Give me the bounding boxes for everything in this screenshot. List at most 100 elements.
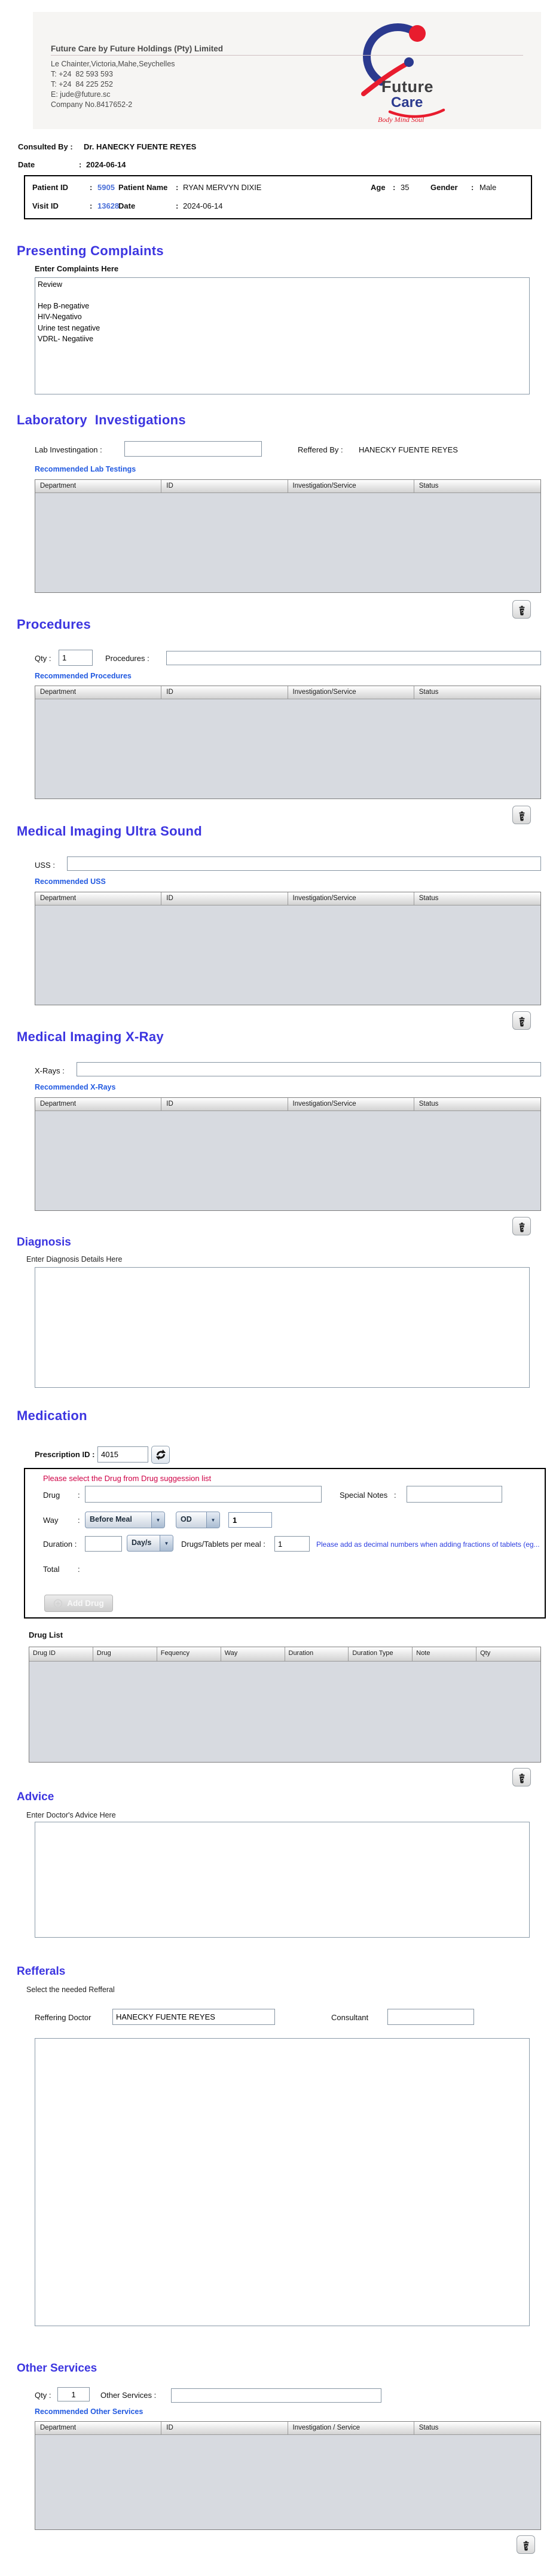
clear-other-services-button[interactable] xyxy=(517,2535,535,2554)
column-header-department: Department xyxy=(35,2422,162,2434)
procedures-table: Department ID Investigation/Service Stat… xyxy=(35,686,541,799)
recommended-uss-link[interactable]: Recommended USS xyxy=(35,877,106,886)
logo-word-care: Care xyxy=(391,94,423,111)
referring-doctor-input[interactable] xyxy=(112,2009,275,2025)
refresh-prescription-button[interactable] xyxy=(151,1446,170,1464)
section-title-other-services: Other Services xyxy=(17,2362,97,2375)
column-header-id: ID xyxy=(161,686,288,699)
colon: : xyxy=(176,201,179,210)
column-header-id: ID xyxy=(161,892,288,905)
special-notes-input[interactable] xyxy=(407,1486,502,1503)
way-qty-input[interactable] xyxy=(228,1512,272,1528)
column-header-id: ID xyxy=(161,1098,288,1110)
consultant-label: Consultant xyxy=(331,2013,369,2022)
chevron-down-icon: ▼ xyxy=(151,1512,164,1528)
consultant-input[interactable] xyxy=(387,2009,474,2025)
visit-date-label: Date xyxy=(18,160,35,169)
date-label: Date xyxy=(118,201,136,210)
lab-investigation-input[interactable] xyxy=(124,441,262,457)
drug-input[interactable] xyxy=(85,1486,322,1503)
per-meal-input[interactable] xyxy=(274,1536,310,1552)
diagnosis-label: Enter Diagnosis Details Here xyxy=(26,1255,123,1263)
procedures-input[interactable] xyxy=(166,651,541,665)
clear-uss-table-button[interactable] xyxy=(512,1011,531,1030)
clear-drug-list-button[interactable] xyxy=(512,1768,531,1786)
column-header-status: Status xyxy=(418,1100,439,1108)
way-dropdown[interactable]: Before Meal ▼ xyxy=(85,1512,165,1528)
referral-list-box[interactable] xyxy=(35,2038,530,2326)
patient-id-label: Patient ID xyxy=(32,183,68,192)
other-services-input[interactable] xyxy=(171,2388,381,2403)
column-header-drug-id: Drug ID xyxy=(29,1647,93,1661)
clear-lab-table-button[interactable] xyxy=(512,600,531,619)
date-value: 2024-06-14 xyxy=(183,201,223,210)
lab-table-header: Department ID Investigation/Service Stat… xyxy=(35,480,540,493)
section-title-diagnosis: Diagnosis xyxy=(17,1236,71,1249)
column-header-frequency: Fequency xyxy=(157,1647,221,1661)
frequency-dropdown[interactable]: OD ▼ xyxy=(176,1512,220,1528)
xray-table-header: Department ID Investigation/Service Stat… xyxy=(35,1098,540,1111)
company-phone-2: T: +24 84 225 252 xyxy=(51,80,113,88)
patient-id-value: 5905 xyxy=(97,183,115,192)
column-header-drug: Drug xyxy=(93,1647,157,1661)
column-header-status: Status xyxy=(418,482,439,489)
column-header-investigation: Investigation/Service xyxy=(288,686,414,699)
recommended-procedures-link[interactable]: Recommended Procedures xyxy=(35,672,132,680)
clear-procedures-table-button[interactable] xyxy=(512,806,531,824)
other-services-label: Other Services : xyxy=(100,2391,157,2400)
colon: : xyxy=(78,1565,80,1574)
duration-input[interactable] xyxy=(85,1536,122,1552)
column-header-department: Department xyxy=(35,892,162,905)
complaints-label: Enter Complaints Here xyxy=(35,264,119,273)
uss-input[interactable] xyxy=(67,856,541,871)
trash-icon xyxy=(518,1222,525,1232)
logo-word-future: Future xyxy=(381,78,433,96)
drug-entry-panel: Please select the Drug from Drug suggess… xyxy=(24,1468,546,1619)
visit-id-label: Visit ID xyxy=(32,201,59,210)
recommended-xray-link[interactable]: Recommended X-Rays xyxy=(35,1083,115,1091)
uss-table-header: Department ID Investigation/Service Stat… xyxy=(35,892,540,905)
column-header-status: Status xyxy=(418,895,439,902)
drug-list-body xyxy=(29,1662,540,1763)
drug-list-header: Drug ID Drug Fequency Way Duration Durat… xyxy=(29,1647,540,1662)
uss-label: USS : xyxy=(35,861,55,870)
recommended-other-services-link[interactable]: Recommended Other Services xyxy=(35,2407,143,2416)
chevron-down-icon: ▼ xyxy=(160,1535,173,1551)
section-title-advice: Advice xyxy=(17,1791,54,1803)
refresh-icon xyxy=(155,1449,166,1460)
company-number: Company No.8417652-2 xyxy=(51,100,133,109)
procedures-qty-input[interactable] xyxy=(59,650,93,666)
section-title-xray: Medical Imaging X-Ray xyxy=(17,1029,164,1044)
advice-textarea[interactable] xyxy=(35,1822,530,1938)
column-header-id: ID xyxy=(161,480,288,492)
xray-label: X-Rays : xyxy=(35,1066,65,1075)
trash-icon xyxy=(518,1017,525,1027)
age-label: Age xyxy=(371,183,386,192)
xray-table-body xyxy=(35,1111,540,1211)
patient-name-value: RYAN MERVYN DIXIE xyxy=(183,183,262,192)
prescription-id-input[interactable] xyxy=(97,1446,148,1463)
consultation-page: Future Care by Future Holdings (Pty) Lim… xyxy=(0,0,556,2576)
section-title-procedures: Procedures xyxy=(17,617,91,632)
prescription-id-label: Prescription ID : xyxy=(35,1450,95,1459)
diagnosis-textarea[interactable] xyxy=(35,1267,530,1388)
visit-date-value: 2024-06-14 xyxy=(86,160,126,169)
column-header-department: Department xyxy=(35,480,162,492)
clear-xray-table-button[interactable] xyxy=(512,1217,531,1235)
recommended-lab-testings-link[interactable]: Recommended Lab Testings xyxy=(35,465,136,473)
other-services-table: Department ID Investigation / Service St… xyxy=(35,2421,541,2530)
other-qty-label: Qty : xyxy=(35,2391,51,2400)
add-drug-button[interactable]: Add Drug xyxy=(44,1595,113,1612)
per-meal-label: Drugs/Tablets per meal : xyxy=(181,1540,265,1549)
trash-icon xyxy=(523,2541,529,2551)
company-phone-1: T: +24 82 593 593 xyxy=(51,70,113,78)
chevron-down-icon: ▼ xyxy=(206,1512,219,1528)
column-header-duration: Duration xyxy=(285,1647,349,1661)
referring-doctor-label: Reffering Doctor xyxy=(35,2013,91,2022)
duration-unit-dropdown[interactable]: Day/s ▼ xyxy=(127,1535,173,1552)
lab-table-body xyxy=(35,493,540,593)
xray-input[interactable] xyxy=(77,1062,541,1076)
other-qty-input[interactable] xyxy=(57,2387,90,2401)
procedures-table-header: Department ID Investigation/Service Stat… xyxy=(35,686,540,699)
complaints-textarea[interactable]: Review Hep B-negative HIV-Negativo Urine… xyxy=(35,277,530,394)
